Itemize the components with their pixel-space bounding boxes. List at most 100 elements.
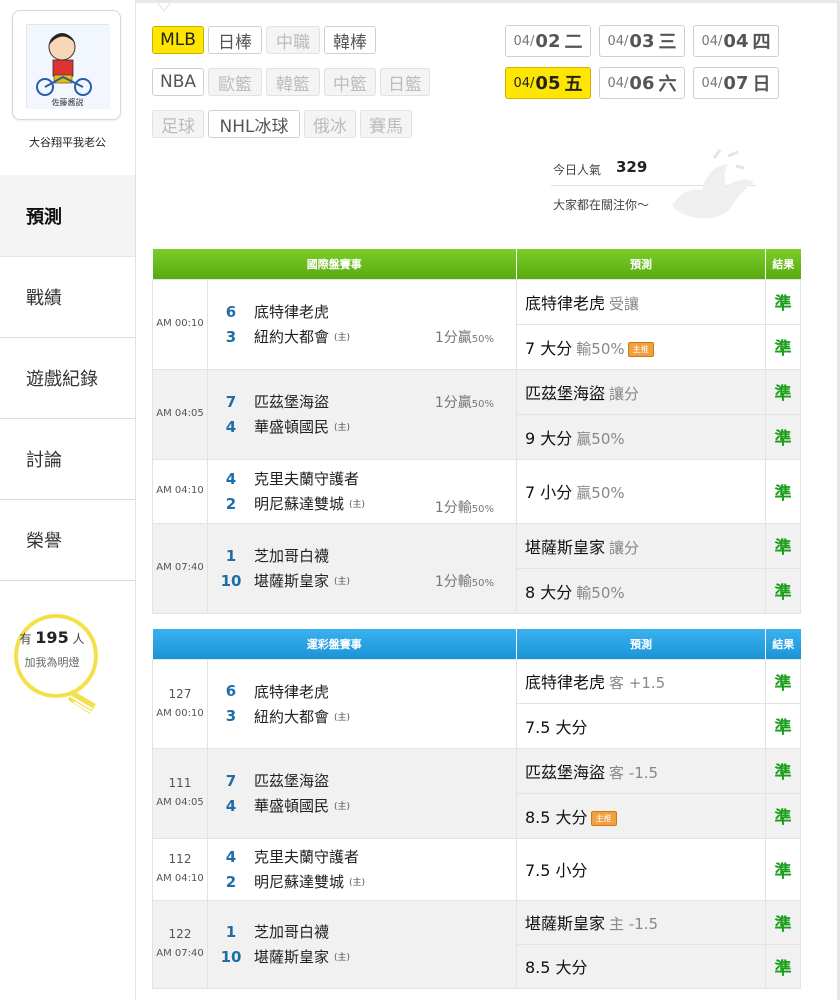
result-badge: 準 — [765, 278, 801, 325]
sport-btn-cpbl[interactable]: 中職 — [266, 26, 320, 54]
sport-btn-nhl[interactable]: NHL冰球 — [208, 110, 300, 138]
prediction-sub: 讓分 — [609, 384, 640, 403]
avatar-caption: 佐藤酱説 — [51, 98, 84, 107]
sport-btn-npb[interactable]: 日棒 — [208, 26, 262, 54]
home-team: 堪薩斯皇家 — [254, 572, 330, 590]
home-mark: (主) — [349, 878, 366, 888]
prediction: 9 大分 贏50% — [516, 413, 766, 460]
col-header-predict: 預測 — [516, 629, 766, 659]
sport-btn-euro-basketball[interactable]: 歐籃 — [208, 68, 262, 96]
sport-btn-korea-basketball[interactable]: 韓籃 — [266, 68, 320, 96]
sport-btn-china-basketball[interactable]: 中籃 — [324, 68, 376, 96]
home-team-line: 4 華盛頓國民 (主) — [208, 414, 516, 439]
sport-btn-mlb[interactable]: MLB — [152, 26, 204, 54]
col-header-predict: 預測 — [516, 249, 766, 279]
sport-btn-khl[interactable]: 俄冰 — [304, 110, 356, 138]
away-team-line: 4 克里夫蘭守護者 — [208, 844, 516, 869]
home-team: 明尼蘇達雙城 — [254, 873, 345, 891]
bird-mascot-icon — [672, 149, 754, 219]
avatar[interactable]: 佐藤酱説 — [12, 10, 121, 120]
home-mark: (主) — [334, 577, 351, 587]
game-teams: 4 克里夫蘭守護者 2 明尼蘇達雙城 (主) — [207, 837, 517, 901]
game-teams: 6 底特律老虎 3 紐約大都會 (主) 1分贏50% — [207, 278, 517, 370]
prediction-sub: 輸50% — [576, 339, 625, 358]
date-day: 05 — [535, 72, 561, 94]
away-team-line: 1 芝加哥白襪 — [208, 919, 516, 944]
nav-item-discussion[interactable]: 討論 — [0, 419, 135, 500]
prediction-main: 8.5 大分 — [525, 807, 588, 827]
nav-item-record[interactable]: 戰績 — [0, 257, 135, 338]
away-team: 匹茲堡海盜 — [254, 772, 330, 790]
away-score: 1 — [225, 546, 237, 565]
home-score: 10 — [220, 571, 242, 590]
date-day: 03 — [629, 30, 655, 52]
sport-btn-kbo[interactable]: 韓棒 — [324, 26, 376, 54]
game-time: AM 04:10 — [156, 873, 204, 884]
table-row: 111 AM 04:05 7 匹茲堡海盜 4 華盛頓國民 (主) 匹茲堡海盜客 -1.5… — [152, 747, 801, 839]
prediction-main: 7.5 大分 — [525, 717, 588, 737]
date-btn-0404[interactable]: 04/04 四 — [693, 25, 779, 57]
away-team-line: 6 底特律老虎 — [208, 679, 516, 704]
date-btn-0405[interactable]: 04/05 五 — [505, 67, 591, 99]
date-btn-0407[interactable]: 04/07 日 — [693, 67, 779, 99]
home-mark: (主) — [334, 802, 351, 812]
prediction-main: 堪薩斯皇家 — [525, 537, 606, 557]
nav-item-label: 榮譽 — [26, 531, 62, 552]
odds-pct: 50% — [471, 577, 494, 589]
date-month: 04/ — [513, 33, 535, 49]
table-row: 112 AM 04:10 4 克里夫蘭守護者 2 明尼蘇達雙城 (主) 7.5 小分 準 — [152, 837, 801, 901]
game-info: 112 AM 04:10 — [152, 837, 208, 901]
odds-value: 1分贏 — [434, 394, 472, 411]
home-team-line: 3 紐約大都會 (主) — [208, 704, 516, 729]
date-btn-0406[interactable]: 04/06 六 — [599, 67, 685, 99]
game-number: 112 — [168, 852, 192, 866]
prediction: 堪薩斯皇家主 -1.5 — [516, 899, 766, 945]
prediction-main: 匹茲堡海盜 — [525, 762, 606, 782]
result-badge: 準 — [765, 747, 801, 794]
away-team: 底特律老虎 — [254, 682, 330, 701]
prediction-main: 7 大分 — [525, 338, 573, 358]
sport-btn-nba[interactable]: NBA — [152, 68, 204, 96]
popularity-subtitle: 大家都在關注你～ — [553, 198, 650, 212]
game-number: 111 — [168, 776, 192, 790]
away-team-line: 7 匹茲堡海盜 1分贏50% — [208, 389, 516, 414]
home-score: 4 — [225, 796, 237, 815]
date-month: 04/ — [607, 75, 629, 91]
sport-btn-soccer[interactable]: 足球 — [152, 110, 204, 138]
odds-text: 1分贏50% — [435, 327, 494, 347]
away-team: 芝加哥白襪 — [254, 923, 330, 941]
sport-btn-japan-basketball[interactable]: 日籃 — [380, 68, 430, 96]
date-btn-0403[interactable]: 04/03 三 — [599, 25, 685, 57]
nav-item-label: 預測 — [26, 206, 62, 228]
nav-item-game-log[interactable]: 遊戲紀錄 — [0, 338, 135, 419]
date-weekday: 三 — [658, 32, 677, 53]
fans-count-line: 有 195 人 — [14, 628, 90, 647]
nav-item-predict[interactable]: 預測 — [0, 175, 135, 257]
table-row: AM 04:05 7 匹茲堡海盜 1分贏50% 4 華盛頓國民 (主) 匹茲堡海盜 讓分 … — [152, 368, 801, 460]
game-time: AM 04:10 — [152, 458, 208, 524]
sidebar-nav: 預測 戰績 遊戲紀錄 討論 榮譽 — [0, 175, 135, 581]
home-mark: (主) — [334, 333, 351, 343]
fans-cta[interactable]: 加我為明燈 — [14, 654, 90, 670]
sport-btn-label: 歐籃 — [218, 74, 252, 95]
date-weekday: 六 — [658, 74, 677, 95]
odds-pct: 50% — [471, 333, 494, 345]
sport-btn-label: 賽馬 — [369, 116, 403, 137]
prediction-main: 8 大分 — [525, 582, 573, 602]
sport-btn-horse-racing[interactable]: 賽馬 — [360, 110, 412, 138]
home-score: 3 — [225, 707, 237, 725]
odds-value: 1分輸 — [434, 573, 472, 590]
away-score: 6 — [225, 682, 237, 700]
result-badge: 準 — [765, 458, 801, 524]
away-score: 1 — [225, 922, 237, 941]
sport-btn-label: MLB — [160, 30, 196, 50]
date-btn-0402[interactable]: 04/02 二 — [505, 25, 591, 57]
result-badge: 準 — [765, 368, 801, 415]
date-month: 04/ — [513, 75, 535, 91]
prediction: 8.5 大分 主推 — [516, 792, 766, 839]
prediction-sub: 輸50% — [576, 583, 625, 602]
home-score: 4 — [225, 417, 237, 436]
date-month: 04/ — [701, 33, 723, 49]
nav-item-honor[interactable]: 榮譽 — [0, 500, 135, 581]
result-badge: 準 — [765, 522, 801, 569]
